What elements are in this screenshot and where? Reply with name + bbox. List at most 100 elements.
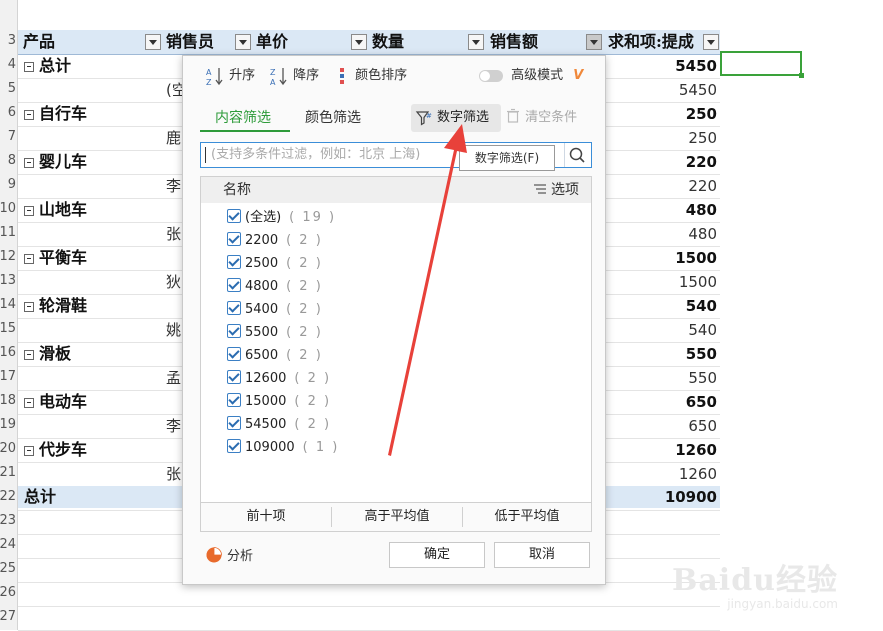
filter-item[interactable]: 5400 ( 2 ) xyxy=(227,298,323,321)
collapse-minus-icon[interactable] xyxy=(24,62,34,72)
row-number[interactable]: 20 xyxy=(0,438,18,462)
row-number[interactable]: 15 xyxy=(0,318,18,342)
filter-item[interactable]: (全选) ( 19 ) xyxy=(227,206,336,229)
top-ten-button[interactable]: 前十项 xyxy=(201,503,331,531)
row-number[interactable]: 23 xyxy=(0,510,18,534)
row-number[interactable]: 17 xyxy=(0,366,18,390)
checkbox-checked-icon[interactable] xyxy=(227,278,241,292)
tab-color-filter[interactable]: 颜色筛选 xyxy=(305,106,361,130)
row-number[interactable]: 14 xyxy=(0,294,18,318)
sort-ascending-icon: A Z xyxy=(206,67,223,87)
row-number[interactable]: 25 xyxy=(0,558,18,582)
header-unit-price: 单价 xyxy=(256,32,289,51)
row-number[interactable]: 27 xyxy=(0,606,18,630)
group-name: 自行车 xyxy=(39,104,88,123)
sort-descending-button[interactable]: Z A 降序 xyxy=(269,64,319,88)
checkbox-checked-icon[interactable] xyxy=(227,347,241,361)
row-number[interactable]: 5 xyxy=(0,78,18,102)
search-button[interactable] xyxy=(564,143,591,167)
checkbox-checked-icon[interactable] xyxy=(227,393,241,407)
row-number[interactable]: 24 xyxy=(0,534,18,558)
row-number[interactable]: 6 xyxy=(0,102,18,126)
group-row-label[interactable]: 电动车 xyxy=(24,390,87,414)
row-number[interactable]: 8 xyxy=(0,150,18,174)
above-average-button[interactable]: 高于平均值 xyxy=(332,503,462,531)
collapse-minus-icon[interactable] xyxy=(24,158,34,168)
number-filter-button[interactable]: # 数字筛选 xyxy=(411,104,501,132)
checkbox-checked-icon[interactable] xyxy=(227,416,241,430)
commission-value-cell: 5450 xyxy=(675,57,717,75)
collapse-minus-icon[interactable] xyxy=(24,206,34,216)
filter-item[interactable]: 15000 ( 2 ) xyxy=(227,390,331,413)
row-number[interactable]: 19 xyxy=(0,414,18,438)
collapse-minus-icon[interactable] xyxy=(24,302,34,312)
collapse-minus-icon[interactable] xyxy=(24,110,34,120)
filter-item[interactable]: 2200 ( 2 ) xyxy=(227,229,323,252)
sort-descending-label: 降序 xyxy=(293,68,320,83)
group-row-label[interactable]: 轮滑鞋 xyxy=(24,294,87,318)
collapse-minus-icon[interactable] xyxy=(24,446,34,456)
row-number[interactable]: 22 xyxy=(0,486,18,510)
group-row-label[interactable]: 婴儿车 xyxy=(24,150,87,174)
commission-value-cell: 220 xyxy=(685,153,717,171)
selected-cell[interactable] xyxy=(720,51,804,78)
tab-content-filter[interactable]: 内容筛选 xyxy=(215,106,271,130)
row-number[interactable]: 12 xyxy=(0,246,18,270)
group-row-label[interactable]: 总计 xyxy=(24,54,71,78)
filter-item[interactable]: 109000 ( 1 ) xyxy=(227,436,339,459)
row-number[interactable]: 26 xyxy=(0,582,18,606)
row-number[interactable]: 3 xyxy=(0,30,18,54)
commission-value-cell: 5450 xyxy=(678,81,717,99)
checkbox-checked-icon[interactable] xyxy=(227,209,241,223)
group-row-label[interactable]: 平衡车 xyxy=(24,246,87,270)
collapse-minus-icon[interactable] xyxy=(24,254,34,264)
checkbox-checked-icon[interactable] xyxy=(227,324,241,338)
clear-conditions-button[interactable]: 清空条件 xyxy=(505,106,577,130)
quantity-dropdown-button[interactable] xyxy=(468,34,484,50)
filter-item[interactable]: 4800 ( 2 ) xyxy=(227,275,323,298)
group-row-label[interactable]: 代步车 xyxy=(24,438,87,462)
collapse-minus-icon[interactable] xyxy=(24,398,34,408)
list-options-button[interactable]: 选项 xyxy=(533,177,579,203)
ok-button[interactable]: 确定 xyxy=(389,542,485,568)
checkbox-checked-icon[interactable] xyxy=(227,255,241,269)
commission-value-cell: 1260 xyxy=(678,465,717,483)
clear-conditions-label: 清空条件 xyxy=(525,110,578,125)
row-number[interactable]: 7 xyxy=(0,126,18,150)
group-row-label[interactable]: 山地车 xyxy=(24,198,87,222)
row-number[interactable]: 13 xyxy=(0,270,18,294)
row-number-label: 21 xyxy=(0,465,16,480)
filter-item[interactable]: 12600 ( 2 ) xyxy=(227,367,331,390)
checkbox-checked-icon[interactable] xyxy=(227,370,241,384)
row-number[interactable]: 21 xyxy=(0,462,18,486)
row-number[interactable]: 16 xyxy=(0,342,18,366)
product-dropdown-button[interactable] xyxy=(145,34,161,50)
sort-ascending-button[interactable]: A Z 升序 xyxy=(205,64,255,88)
sales-amount-dropdown-button[interactable] xyxy=(586,34,602,50)
salesperson-dropdown-button[interactable] xyxy=(235,34,251,50)
row-number[interactable]: 10 xyxy=(0,198,18,222)
row-number[interactable]: 9 xyxy=(0,174,18,198)
checkbox-checked-icon[interactable] xyxy=(227,301,241,315)
commission-dropdown-button[interactable] xyxy=(703,34,719,50)
unit-price-dropdown-button[interactable] xyxy=(351,34,367,50)
below-average-button[interactable]: 低于平均值 xyxy=(463,503,591,531)
collapse-minus-icon[interactable] xyxy=(24,350,34,360)
filter-item[interactable]: 6500 ( 2 ) xyxy=(227,344,323,367)
checkbox-checked-icon[interactable] xyxy=(227,439,241,453)
color-sort-button[interactable]: 颜色排序 xyxy=(337,64,407,88)
cancel-button[interactable]: 取消 xyxy=(494,542,590,568)
analysis-button[interactable]: 分析 xyxy=(205,546,253,568)
row-number[interactable]: 4 xyxy=(0,54,18,78)
filter-item[interactable]: 2500 ( 2 ) xyxy=(227,252,323,275)
group-row-label[interactable]: 自行车 xyxy=(24,102,87,126)
advanced-mode-toggle[interactable]: 高级模式 V xyxy=(479,64,583,88)
row-number-label: 13 xyxy=(0,273,16,288)
filter-item[interactable]: 54500 ( 2 ) xyxy=(227,413,331,436)
svg-text:A: A xyxy=(206,68,212,77)
checkbox-checked-icon[interactable] xyxy=(227,232,241,246)
row-number[interactable]: 11 xyxy=(0,222,18,246)
filter-item[interactable]: 5500 ( 2 ) xyxy=(227,321,323,344)
group-row-label[interactable]: 滑板 xyxy=(24,342,71,366)
row-number[interactable]: 18 xyxy=(0,390,18,414)
